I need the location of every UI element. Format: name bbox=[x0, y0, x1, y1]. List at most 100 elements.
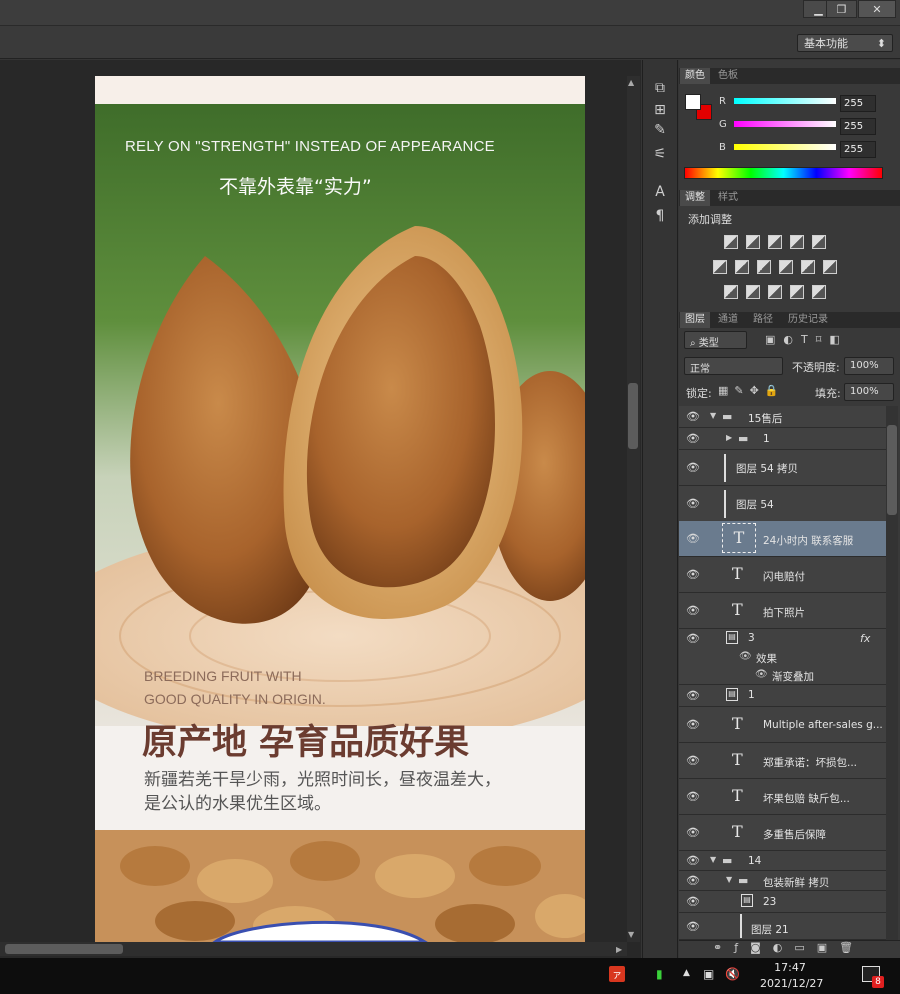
workspace-select[interactable]: 基本功能 ⬍ bbox=[797, 34, 893, 52]
restore-button[interactable]: ❐ bbox=[826, 0, 857, 18]
blend-mode-select[interactable]: 正常 bbox=[684, 357, 783, 375]
document-canvas[interactable]: RELY ON "STRENGTH" INSTEAD OF APPEARANCE… bbox=[95, 76, 585, 942]
channel-g-value[interactable]: 255 bbox=[840, 118, 876, 135]
layers-bottom-toolbar[interactable]: ⚭ƒ◙◐▭▣🗑 bbox=[679, 940, 900, 958]
foreground-color-swatch[interactable] bbox=[685, 94, 701, 110]
gradient-map-icon[interactable] bbox=[812, 285, 826, 299]
visibility-eye-icon[interactable]: 👁 bbox=[686, 854, 700, 868]
character-icon[interactable]: A bbox=[650, 182, 670, 202]
visibility-eye-icon[interactable]: 👁 bbox=[686, 461, 700, 475]
visibility-eye-icon[interactable]: 👁 bbox=[686, 826, 700, 840]
tab-color[interactable]: 颜色 bbox=[680, 68, 710, 84]
brightness-icon[interactable] bbox=[724, 235, 738, 249]
visibility-eye-icon[interactable]: 👁 bbox=[739, 651, 752, 662]
visibility-eye-icon[interactable]: 👁 bbox=[686, 410, 700, 424]
visibility-eye-icon[interactable]: 👁 bbox=[686, 790, 700, 804]
lock-icons[interactable]: ▦✎✥🔒 bbox=[718, 384, 785, 397]
visibility-eye-icon[interactable]: 👁 bbox=[686, 920, 700, 934]
vertical-scroll-thumb[interactable] bbox=[628, 383, 638, 449]
battery-icon[interactable]: ▮ bbox=[656, 967, 663, 981]
app-tray-icon[interactable]: ァ bbox=[609, 966, 625, 982]
levels-icon[interactable] bbox=[746, 235, 760, 249]
color-spectrum[interactable] bbox=[684, 167, 883, 179]
visibility-eye-icon[interactable]: 👁 bbox=[686, 568, 700, 582]
tab-history[interactable]: 历史记录 bbox=[783, 312, 833, 328]
taskbar-clock[interactable]: 17:47 2021/12/27 bbox=[760, 960, 823, 992]
visibility-eye-icon[interactable]: 👁 bbox=[686, 689, 700, 703]
visibility-eye-icon[interactable]: 👁 bbox=[686, 604, 700, 618]
black-white-icon[interactable] bbox=[757, 260, 771, 274]
channel-b-value[interactable]: 255 bbox=[840, 141, 876, 158]
chevron-right-icon[interactable]: ▶ bbox=[726, 433, 732, 442]
layer-thumbnail bbox=[740, 914, 746, 938]
title-bar bbox=[0, 0, 900, 25]
layer-row[interactable] bbox=[679, 891, 886, 913]
fill-field[interactable]: 100% bbox=[844, 383, 894, 401]
vertical-scrollbar[interactable] bbox=[627, 76, 640, 942]
visibility-eye-icon[interactable]: 👁 bbox=[686, 874, 700, 888]
scroll-up-icon[interactable]: ▲ bbox=[628, 78, 634, 87]
layers-scroll-thumb[interactable] bbox=[887, 425, 897, 515]
visibility-eye-icon[interactable]: 👁 bbox=[686, 895, 700, 909]
tab-styles[interactable]: 样式 bbox=[713, 190, 743, 206]
network-icon[interactable]: ▣ bbox=[703, 967, 714, 981]
layer-row[interactable] bbox=[679, 486, 886, 522]
tab-layers[interactable]: 图层 bbox=[680, 312, 710, 328]
visibility-eye-icon[interactable]: 👁 bbox=[686, 718, 700, 732]
channel-b-slider[interactable] bbox=[734, 144, 836, 150]
chevron-down-icon[interactable]: ▼ bbox=[710, 411, 716, 420]
tab-paths[interactable]: 路径 bbox=[748, 312, 778, 328]
chevron-down-icon[interactable]: ▼ bbox=[710, 855, 716, 864]
channel-r-label: R bbox=[719, 96, 726, 107]
vibrance-icon[interactable] bbox=[812, 235, 826, 249]
fx-badge[interactable]: fx bbox=[860, 632, 870, 645]
tab-swatches[interactable]: 色板 bbox=[713, 68, 743, 84]
visibility-eye-icon[interactable]: 👁 bbox=[686, 632, 700, 646]
visibility-eye-icon[interactable]: 👁 bbox=[686, 532, 700, 546]
chevron-up-icon[interactable]: ▲ bbox=[683, 968, 690, 978]
brush-icon[interactable]: ✎ bbox=[650, 120, 670, 140]
title-cn: 原产地 孕育品质好果 bbox=[142, 723, 470, 763]
opacity-field[interactable]: 100% bbox=[844, 357, 894, 375]
chevron-down-icon[interactable]: ▼ bbox=[726, 875, 732, 884]
layer-name: 闪电赔付 bbox=[763, 571, 805, 583]
channel-r-slider[interactable] bbox=[734, 98, 836, 104]
curves-icon[interactable] bbox=[768, 235, 782, 249]
layer-filter-icons[interactable]: ▣◐T⌑◧ bbox=[765, 333, 848, 346]
color-lookup-icon[interactable] bbox=[823, 260, 837, 274]
scroll-down-icon[interactable]: ▼ bbox=[628, 930, 634, 939]
visibility-eye-icon[interactable]: 👁 bbox=[755, 669, 768, 680]
history-icon[interactable]: ⧉ bbox=[650, 78, 670, 98]
workspace-label: 基本功能 bbox=[804, 37, 848, 50]
visibility-eye-icon[interactable]: 👁 bbox=[686, 754, 700, 768]
scroll-right-icon[interactable]: ▶ bbox=[616, 945, 622, 954]
smart-object-icon: ▤ bbox=[726, 631, 738, 644]
folder-icon: ▬ bbox=[722, 854, 733, 867]
channel-g-slider[interactable] bbox=[734, 121, 836, 127]
layer-filter-select[interactable]: ⌕ 类型 bbox=[684, 331, 747, 349]
color-balance-icon[interactable] bbox=[735, 260, 749, 274]
visibility-eye-icon[interactable]: 👁 bbox=[686, 497, 700, 511]
photo-filter-icon[interactable] bbox=[779, 260, 793, 274]
channel-mixer-icon[interactable] bbox=[801, 260, 815, 274]
tab-adjustments[interactable]: 调整 bbox=[680, 190, 710, 206]
info-icon[interactable]: ⊞ bbox=[650, 100, 670, 120]
brush-presets-icon[interactable]: ⚟ bbox=[650, 144, 670, 164]
lock-label: 锁定: bbox=[686, 387, 712, 400]
volume-mute-icon[interactable]: 🔇 bbox=[725, 967, 740, 981]
exposure-icon[interactable] bbox=[790, 235, 804, 249]
layer-name: 24小时内 联系客服 bbox=[763, 535, 854, 547]
layer-row[interactable] bbox=[679, 685, 886, 707]
paragraph-icon[interactable]: ¶ bbox=[650, 206, 670, 226]
horizontal-scroll-thumb[interactable] bbox=[5, 944, 123, 954]
selective-color-icon[interactable] bbox=[790, 285, 804, 299]
close-button[interactable]: ✕ bbox=[858, 0, 896, 18]
tab-channels[interactable]: 通道 bbox=[713, 312, 743, 328]
posterize-icon[interactable] bbox=[746, 285, 760, 299]
channel-r-value[interactable]: 255 bbox=[840, 95, 876, 112]
threshold-icon[interactable] bbox=[768, 285, 782, 299]
invert-icon[interactable] bbox=[724, 285, 738, 299]
visibility-eye-icon[interactable]: 👁 bbox=[686, 432, 700, 446]
hue-saturation-icon[interactable] bbox=[713, 260, 727, 274]
layer-row[interactable] bbox=[679, 428, 886, 450]
